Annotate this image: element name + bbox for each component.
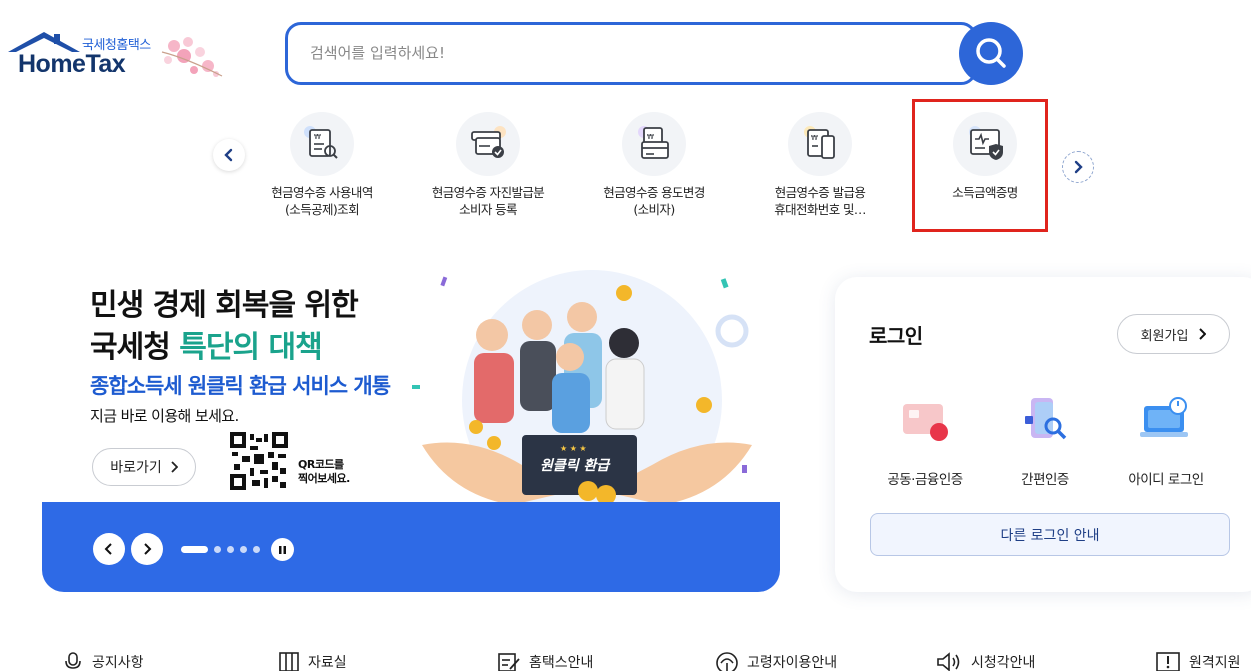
cherry-blossom-icon	[161, 37, 223, 77]
bottom-link-senior[interactable]: 고령자이용안내	[715, 651, 837, 671]
pagination-dot[interactable]	[227, 546, 234, 553]
receipt-card-icon: ₩	[622, 112, 686, 176]
archive-icon	[279, 652, 299, 671]
quick-menu-label: 현금영수증 용도변경 (소비자)	[603, 185, 705, 217]
main-banner: 원클릭 환급 ★ ★ ★ 민생 경제 회복을 위한 국세청 특단의 대책 종합소…	[42, 265, 780, 592]
pagination-dot-active[interactable]	[181, 546, 208, 553]
svg-text:₩: ₩	[647, 133, 654, 141]
svg-text:₩: ₩	[314, 133, 321, 141]
receipt-card-check-icon	[456, 112, 520, 176]
quick-menu-item-cash-receipt-history[interactable]: ₩ 현금영수증 사용내역 (소득공제)조회	[237, 112, 407, 218]
pagination-dot[interactable]	[240, 546, 247, 553]
simple-auth-icon	[1025, 398, 1067, 440]
login-title: 로그인	[869, 324, 923, 348]
chevron-left-icon	[224, 148, 233, 162]
quick-menu-item-purpose-change[interactable]: ₩ 현금영수증 용도변경 (소비자)	[569, 112, 739, 218]
chevron-right-icon	[171, 461, 178, 473]
search-box	[285, 22, 977, 85]
svg-text:₩: ₩	[811, 134, 818, 142]
bottom-link-audio-visual[interactable]: 시청각안내	[935, 651, 1035, 671]
quick-menu-item-phone-number[interactable]: ₩ 현금영수증 발급용 휴대전화번호 및…	[735, 112, 905, 218]
qr-code-icon	[230, 432, 288, 490]
banner-subtitle: 종합소득세 원클릭 환급 서비스 개통	[90, 374, 391, 398]
bottom-link-notice[interactable]: 공지사항	[62, 651, 144, 671]
chevron-right-icon	[144, 543, 152, 555]
qr-caption: QR코드를 찍어보세요.	[298, 458, 350, 485]
banner-sign-text: 원클릭 환급	[540, 458, 611, 474]
other-login-guide-button[interactable]: 다른 로그인 안내	[870, 513, 1230, 556]
senior-icon	[716, 652, 738, 671]
signup-label: 회원가입	[1140, 328, 1189, 344]
login-option-label: 공동·금융인증	[887, 472, 963, 488]
remote-support-icon	[1156, 652, 1180, 671]
pause-icon	[279, 545, 286, 554]
bottom-link-label: 고령자이용안내	[747, 655, 838, 671]
banner-go-button[interactable]: 바로가기	[92, 448, 196, 486]
banner-headline-prefix: 국세청	[90, 330, 180, 365]
login-option-certificate[interactable]: 공동·금융인증	[870, 392, 980, 488]
pagination-dot[interactable]	[214, 546, 221, 553]
search-icon	[976, 38, 1006, 68]
chevron-right-icon	[1074, 160, 1083, 174]
search-input[interactable]	[310, 44, 930, 62]
bottom-link-label: 원격지원	[1189, 655, 1241, 671]
bottom-link-remote-support[interactable]: 원격지원	[1155, 651, 1241, 671]
bottom-links: 공지사항 자료실 홈택스안내 고령자이용안내 시청각안내 원격지원	[0, 648, 1251, 671]
banner-headline: 민생 경제 회복을 위한 국세청 특단의 대책	[90, 285, 359, 369]
notice-icon	[65, 652, 81, 669]
banner-headline-line2: 국세청 특단의 대책	[90, 327, 358, 369]
quick-menu-next-button[interactable]	[1062, 151, 1094, 183]
banner-go-label: 바로가기	[110, 460, 162, 476]
quick-menu-label: 현금영수증 자진발급분 소비자 등록	[431, 185, 545, 217]
bottom-link-guide[interactable]: 홈택스안내	[497, 651, 593, 671]
hometax-logo[interactable]: 국세청홈택스 HomeTax	[6, 30, 226, 82]
logo-title: HomeTax	[18, 50, 126, 78]
quick-menu-label: 현금영수증 발급용 휴대전화번호 및…	[774, 185, 866, 217]
login-option-simple-auth[interactable]: 간편인증	[990, 392, 1100, 488]
receipt-phone-icon: ₩	[788, 112, 852, 176]
receipt-search-icon: ₩	[290, 112, 354, 176]
id-login-icon	[1140, 397, 1188, 437]
banner-description: 지금 바로 이용해 보세요.	[90, 407, 239, 425]
login-option-label: 아이디 로그인	[1128, 472, 1204, 488]
login-panel: 로그인 회원가입 공동·금융인증 간편인증 아이디 로그인 다른 로그인 안내	[835, 277, 1251, 592]
chevron-right-icon	[1199, 328, 1207, 340]
bottom-link-label: 시청각안내	[971, 655, 1036, 671]
highlight-box	[912, 99, 1048, 232]
quick-menu-item-self-issued-register[interactable]: 현금영수증 자진발급분 소비자 등록	[403, 112, 573, 218]
bottom-link-archive[interactable]: 자료실	[278, 651, 347, 671]
chevron-left-icon	[104, 543, 112, 555]
bottom-link-label: 공지사항	[92, 655, 144, 671]
bottom-link-label: 자료실	[308, 655, 347, 671]
banner-prev-button[interactable]	[93, 533, 125, 565]
pagination-dot[interactable]	[253, 546, 260, 553]
audio-visual-icon	[937, 652, 960, 671]
login-option-label: 간편인증	[1021, 472, 1069, 488]
svg-text:★ ★ ★: ★ ★ ★	[560, 444, 587, 453]
quick-menu-label: 현금영수증 사용내역 (소득공제)조회	[271, 185, 373, 217]
banner-pagination	[181, 546, 260, 553]
banner-illustration: 원클릭 환급 ★ ★ ★	[392, 265, 782, 531]
search-button[interactable]	[959, 22, 1023, 85]
certificate-card-icon	[903, 404, 948, 441]
banner-headline-line1: 민생 경제 회복을 위한	[90, 288, 359, 323]
bottom-link-label: 홈택스안내	[529, 655, 594, 671]
banner-pause-button[interactable]	[271, 538, 294, 561]
login-option-id-login[interactable]: 아이디 로그인	[1111, 392, 1221, 488]
banner-headline-accent: 특단의 대책	[179, 330, 322, 365]
signup-button[interactable]: 회원가입	[1117, 314, 1230, 354]
guide-icon	[498, 653, 520, 671]
banner-next-button[interactable]	[131, 533, 163, 565]
